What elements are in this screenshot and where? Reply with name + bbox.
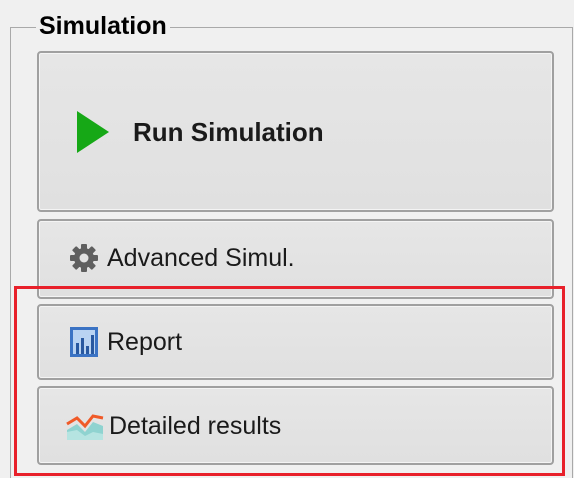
area-chart-icon — [65, 410, 105, 442]
detailed-results-button[interactable]: Detailed results — [37, 386, 554, 465]
detailed-results-label: Detailed results — [109, 411, 282, 440]
report-label: Report — [107, 328, 183, 356]
group-title: Simulation — [36, 12, 170, 40]
report-chart-icon — [69, 326, 99, 358]
run-simulation-button[interactable]: Run Simulation — [37, 51, 554, 212]
gear-icon — [69, 243, 99, 273]
advanced-simulation-label: Advanced Simul. — [107, 244, 295, 272]
advanced-simulation-button[interactable]: Advanced Simul. — [37, 219, 554, 299]
run-simulation-label: Run Simulation — [133, 116, 324, 147]
play-icon — [75, 109, 111, 155]
simulation-panel: Simulation Run Simulation Advanced Simul… — [0, 0, 574, 478]
report-button[interactable]: Report — [37, 304, 554, 380]
